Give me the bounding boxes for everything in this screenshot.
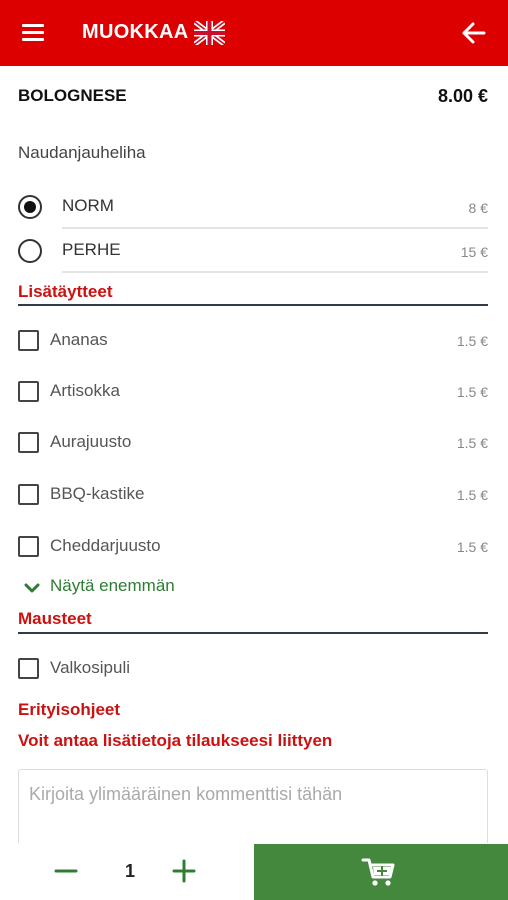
size-price: 8 € [468, 200, 488, 216]
divider [62, 271, 488, 273]
uk-flag-icon[interactable] [193, 20, 226, 46]
product-name: BOLOGNESE [18, 86, 127, 105]
checkbox-icon[interactable] [18, 536, 39, 557]
topping-price: 1.5 € [456, 539, 488, 555]
divider [62, 227, 488, 229]
spice-valkosipuli[interactable]: Valkosipuli [0, 648, 508, 688]
page-title: MUOKKAA [82, 21, 189, 43]
size-option-perhe[interactable]: PERHE 15 € [0, 230, 508, 274]
topping-bbq-kastike[interactable]: BBQ-kastike 1.5 € [0, 474, 508, 514]
topping-ananas[interactable]: Ananas 1.5 € [0, 320, 508, 360]
topping-label: Cheddarjuusto [50, 536, 161, 555]
app-header: MUOKKAA [0, 0, 508, 66]
size-price: 15 € [460, 244, 488, 260]
plus-icon[interactable] [170, 857, 198, 885]
size-label: NORM [62, 196, 114, 215]
checkbox-icon[interactable] [18, 432, 39, 453]
minus-icon[interactable] [52, 857, 80, 885]
back-arrow-icon[interactable] [458, 18, 490, 48]
topping-label: Ananas [50, 330, 108, 349]
special-instructions-subtitle: Voit antaa lisätietoja tilaukseesi liitt… [18, 731, 333, 750]
checkbox-icon[interactable] [18, 484, 39, 505]
topping-price: 1.5 € [456, 333, 488, 349]
quantity-value: 1 [124, 861, 135, 881]
topping-price: 1.5 € [456, 487, 488, 503]
show-more-label: Näytä enemmän [50, 576, 175, 595]
product-price: 8.00 € [437, 86, 488, 106]
special-instructions-title: Erityisohjeet [18, 700, 121, 719]
checkbox-icon[interactable] [18, 381, 39, 402]
topping-artisokka[interactable]: Artisokka 1.5 € [0, 371, 508, 411]
section-divider [18, 632, 488, 634]
topping-cheddarjuusto[interactable]: Cheddarjuusto 1.5 € [0, 526, 508, 566]
product-description: Naudanjauheliha [18, 143, 146, 162]
bottom-bar: 1 [0, 843, 508, 900]
spices-section-title: Mausteet [18, 609, 92, 628]
radio-unselected-icon[interactable] [18, 239, 42, 263]
toppings-section-title: Lisätäytteet [18, 282, 113, 301]
checkbox-icon[interactable] [18, 658, 39, 679]
section-divider [18, 304, 488, 306]
chevron-down-icon [24, 583, 40, 593]
size-label: PERHE [62, 240, 121, 259]
size-option-norm[interactable]: NORM 8 € [0, 186, 508, 230]
topping-label: Aurajuusto [50, 432, 132, 451]
spice-label: Valkosipuli [50, 658, 131, 677]
topping-price: 1.5 € [456, 435, 488, 451]
topping-label: BBQ-kastike [50, 484, 145, 503]
radio-selected-icon[interactable] [18, 195, 42, 219]
topping-label: Artisokka [50, 381, 120, 400]
topping-aurajuusto[interactable]: Aurajuusto 1.5 € [0, 422, 508, 462]
add-to-cart-icon [361, 858, 395, 886]
checkbox-icon[interactable] [18, 330, 39, 351]
add-to-cart-button[interactable] [254, 844, 508, 900]
hamburger-menu-icon[interactable] [20, 22, 48, 44]
topping-price: 1.5 € [456, 384, 488, 400]
